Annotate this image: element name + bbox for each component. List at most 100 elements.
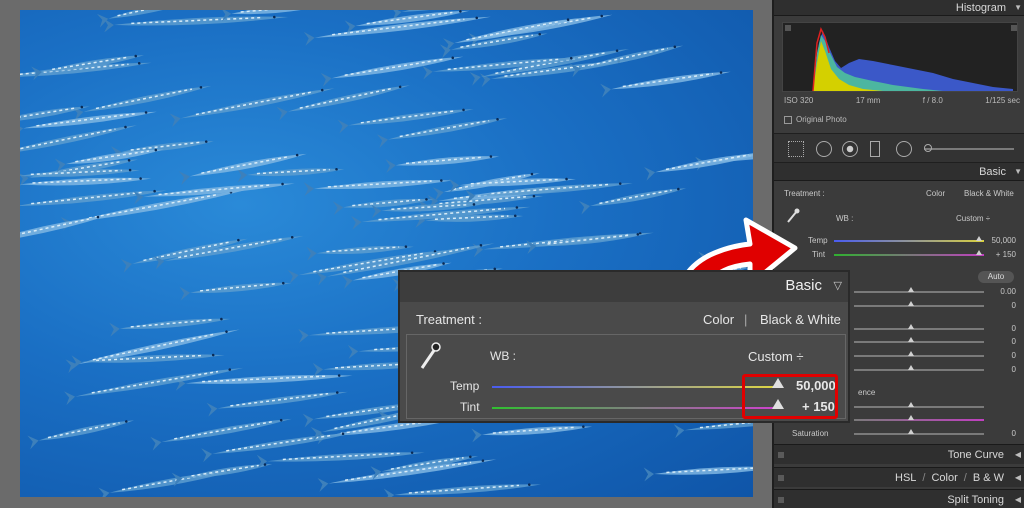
- exif-info: ISO 320 17 mm f / 8.0 1/125 sec: [784, 96, 1020, 105]
- callout-tint-slider[interactable]: [492, 407, 782, 409]
- slider-value: 0: [1011, 324, 1016, 333]
- barracuda-fish: [120, 238, 248, 273]
- temp-slider[interactable]: [834, 240, 984, 242]
- slider-knob[interactable]: [908, 324, 914, 329]
- temp-value: 50,000: [991, 236, 1016, 245]
- presence-partial-label: ence: [858, 388, 876, 397]
- expand-triangle-icon[interactable]: ◀: [1015, 495, 1021, 504]
- tint-label: Tint: [812, 250, 826, 259]
- barracuda-fish: [644, 152, 753, 181]
- saturation-slider[interactable]: [854, 433, 984, 435]
- expand-triangle-icon[interactable]: ◀: [1015, 473, 1021, 482]
- callout-separator: |: [744, 312, 748, 327]
- barracuda-fish: [385, 155, 500, 173]
- tone-curve-title: Tone Curve: [947, 448, 1004, 461]
- exposure-knob[interactable]: [908, 287, 914, 292]
- barracuda-fish: [98, 469, 238, 497]
- eyedropper-icon[interactable]: [419, 341, 441, 371]
- barracuda-fish: [643, 466, 753, 482]
- radial-filter-icon[interactable]: [896, 141, 912, 157]
- hsl-separator: /: [922, 471, 926, 484]
- barracuda-fish: [171, 463, 273, 487]
- right-panel: Histogram ▼ ISO 320 17 mm f / 8.0 1/125 …: [772, 0, 1024, 508]
- tone-slider[interactable]: [854, 305, 984, 307]
- hsl-separator: /: [963, 471, 967, 484]
- highlight-box: [742, 374, 838, 419]
- clarity-slider[interactable]: [854, 406, 984, 408]
- temp-label: Temp: [808, 236, 828, 245]
- panel-toggle-icon[interactable]: [778, 496, 784, 503]
- panel-toggle-icon[interactable]: [778, 474, 784, 481]
- tone-slider[interactable]: [854, 355, 984, 357]
- spot-removal-icon[interactable]: [816, 141, 832, 157]
- wb-label: WB :: [836, 214, 854, 223]
- slider-knob[interactable]: [908, 301, 914, 306]
- tint-slider-knob[interactable]: [976, 250, 982, 255]
- tone-slider[interactable]: [854, 369, 984, 371]
- callout-color-option[interactable]: Color: [703, 312, 734, 327]
- original-photo-label: Original Photo: [796, 115, 847, 124]
- barracuda-fish: [471, 425, 593, 443]
- barracuda-fish: [422, 56, 584, 80]
- graduated-filter-icon[interactable]: [870, 141, 880, 157]
- slider-knob[interactable]: [908, 337, 914, 342]
- vibrance-slider[interactable]: [854, 419, 984, 421]
- treatment-bw[interactable]: Black & White: [964, 189, 1014, 198]
- exposure-value: 0.00: [1000, 287, 1016, 296]
- shadow-clip-icon[interactable]: [785, 25, 791, 31]
- slider-knob[interactable]: [908, 351, 914, 356]
- focal-length: 17 mm: [855, 96, 881, 105]
- original-photo-checkbox[interactable]: [784, 115, 792, 124]
- crop-tool-icon[interactable]: [788, 141, 804, 157]
- histogram-header[interactable]: Histogram ▼: [774, 0, 1024, 16]
- basic-section-header[interactable]: Basic ▼: [774, 163, 1024, 181]
- barracuda-school-photo: [20, 10, 753, 497]
- slider-knob[interactable]: [908, 402, 914, 407]
- hsl-title[interactable]: HSL: [895, 472, 916, 484]
- slider-knob[interactable]: [908, 365, 914, 370]
- wb-value[interactable]: Custom ÷: [956, 214, 990, 223]
- original-photo-toggle[interactable]: Original Photo: [784, 115, 847, 124]
- callout-bw-option[interactable]: Black & White: [760, 312, 841, 327]
- tone-slider[interactable]: [854, 328, 984, 330]
- slider-value: 0: [1011, 351, 1016, 360]
- slider-knob[interactable]: [908, 415, 914, 420]
- callout-collapse-icon[interactable]: ▽: [834, 279, 842, 292]
- histogram-chart: [785, 25, 1017, 92]
- slider-knob[interactable]: [908, 429, 914, 434]
- highlight-clip-icon[interactable]: [1011, 25, 1017, 31]
- exposure-slider[interactable]: [854, 291, 984, 293]
- brush-icon[interactable]: [924, 144, 932, 152]
- barracuda-fish: [276, 85, 411, 121]
- callout-temp-label: Temp: [450, 379, 480, 393]
- expand-triangle-icon[interactable]: ◀: [1015, 450, 1021, 459]
- callout-wb-value[interactable]: Custom ÷: [748, 349, 804, 364]
- panel-toggle-icon[interactable]: [778, 451, 784, 458]
- barracuda-fish: [383, 483, 542, 497]
- hsl-header[interactable]: HSL / Color / B & W ◀: [774, 467, 1024, 487]
- treatment-row: Treatment : Color Black & White: [784, 189, 1020, 198]
- tint-slider[interactable]: [834, 254, 984, 256]
- saturation-label: Saturation: [792, 429, 829, 438]
- hsl-bw-title[interactable]: B & W: [973, 472, 1004, 484]
- red-eye-icon[interactable]: [842, 141, 858, 157]
- auto-button[interactable]: Auto: [978, 271, 1014, 283]
- collapse-triangle-icon[interactable]: ▼: [1014, 167, 1022, 176]
- collapse-triangle-icon[interactable]: ▼: [1014, 3, 1022, 12]
- barracuda-fish: [600, 71, 731, 98]
- tone-curve-header[interactable]: Tone Curve ◀: [774, 444, 1024, 464]
- split-toning-header[interactable]: Split Toning ◀: [774, 489, 1024, 508]
- hsl-color-title[interactable]: Color: [931, 472, 957, 484]
- fish-school-image: [20, 10, 753, 497]
- brush-slider[interactable]: [924, 148, 1014, 150]
- barracuda-fish: [206, 391, 348, 417]
- temp-slider-knob[interactable]: [976, 236, 982, 241]
- callout-wb-label: WB :: [490, 349, 516, 363]
- zoomed-basic-callout: Basic ▽ Treatment : Color | Black & Whit…: [398, 270, 850, 423]
- treatment-label: Treatment :: [784, 189, 825, 198]
- callout-temp-slider[interactable]: [492, 386, 782, 388]
- tone-slider[interactable]: [854, 341, 984, 343]
- treatment-color[interactable]: Color: [926, 189, 945, 198]
- callout-title: Basic: [785, 277, 822, 294]
- slider-value: 0: [1011, 365, 1016, 374]
